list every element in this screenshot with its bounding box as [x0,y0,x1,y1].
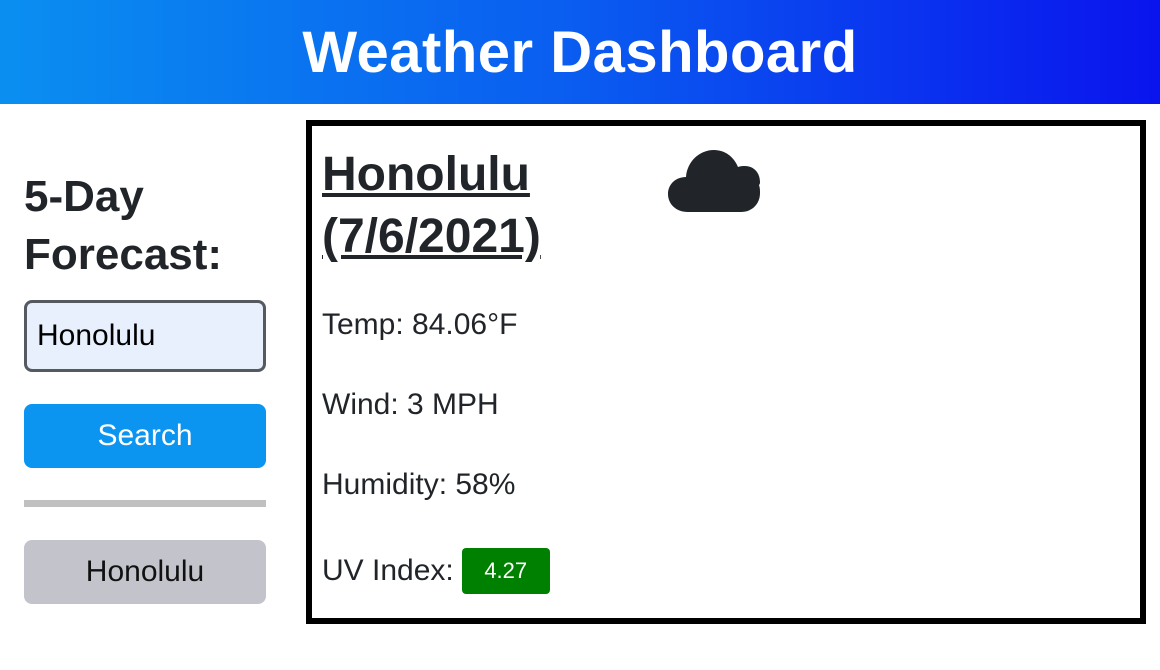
humidity-text: Humidity: 58% [322,468,516,501]
city-search-input[interactable] [24,300,266,372]
uv-index-row: UV Index: 4.27 [322,548,550,594]
wind-text: Wind: 3 MPH [322,388,499,421]
app-header: Weather Dashboard [0,0,1160,104]
current-weather-card: Honolulu (7/6/2021) Temp: 84.06°F Wind: … [306,120,1146,624]
cloud-icon [668,150,760,212]
history-city-button[interactable]: Honolulu [24,540,266,604]
sidebar: 5-Day Forecast: [24,168,266,284]
forecast-heading: 5-Day Forecast: [24,172,223,279]
page-title: Weather Dashboard [302,19,858,85]
search-button[interactable]: Search [24,404,266,468]
temperature-text: Temp: 84.06°F [322,308,518,341]
city-date-title: Honolulu (7/6/2021) [322,148,541,263]
uv-index-badge: 4.27 [461,548,550,594]
uv-index-label: UV Index: [322,554,454,587]
sidebar-divider [24,500,266,507]
